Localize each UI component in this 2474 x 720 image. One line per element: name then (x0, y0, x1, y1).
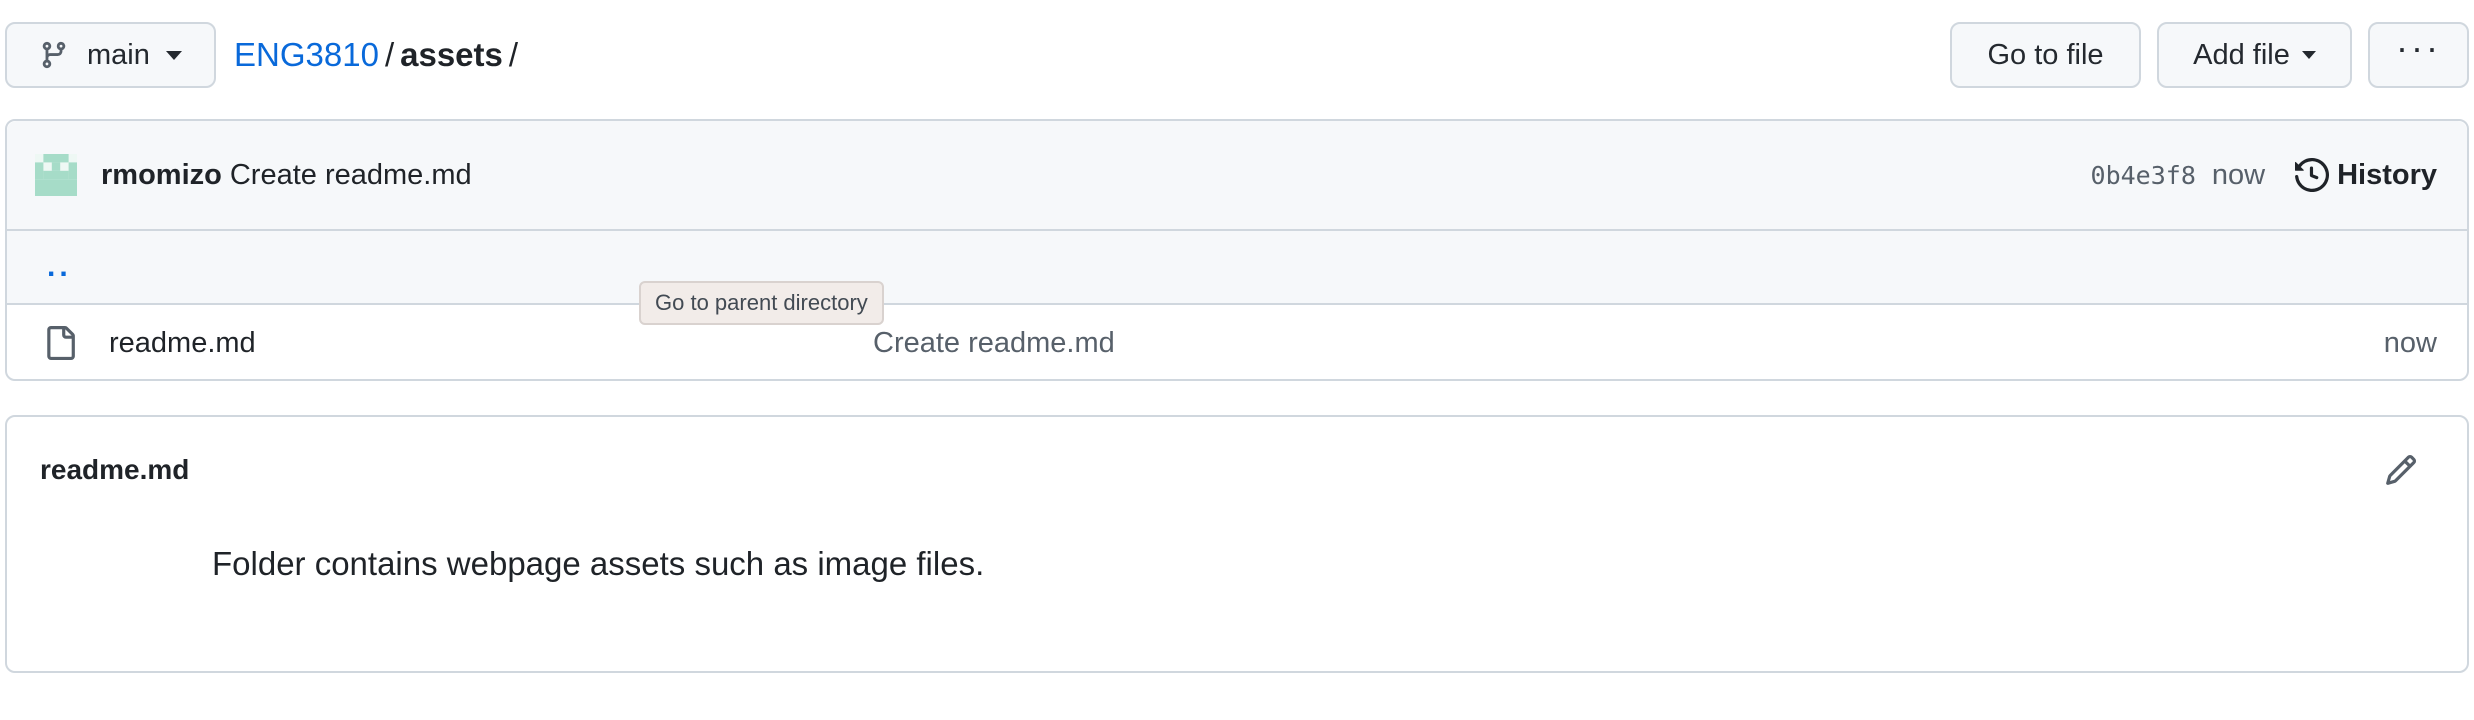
readme-title: readme.md (40, 454, 190, 485)
add-file-button[interactable]: Add file (2157, 22, 2352, 88)
breadcrumb-current-folder: assets (400, 36, 503, 73)
branch-name: main (87, 38, 150, 71)
breadcrumb: ENG3810 / assets / (234, 36, 524, 74)
readme-content: Folder contains webpage assets such as i… (212, 545, 985, 582)
parent-directory-link[interactable]: .. (47, 250, 72, 284)
history-icon (2295, 158, 2330, 192)
breadcrumb-separator: / (508, 36, 519, 73)
file-browser: rmomizo Create readme.md 0b4e3f8 now His… (5, 119, 2469, 381)
git-branch-icon (42, 41, 66, 69)
avatar[interactable] (35, 154, 77, 196)
history-label: History (2337, 158, 2437, 191)
readme-panel: readme.md Folder contains webpage assets… (5, 415, 2469, 673)
go-to-file-label: Go to file (1987, 38, 2104, 71)
go-to-file-button[interactable]: Go to file (1950, 22, 2141, 88)
file-icon (47, 326, 75, 360)
table-row: readme.md Create readme.md now (7, 305, 2467, 381)
file-commit-time: now (2383, 326, 2437, 359)
latest-commit-bar: rmomizo Create readme.md 0b4e3f8 now His… (7, 121, 2467, 231)
edit-readme-button[interactable] (2379, 448, 2423, 492)
branch-select-button[interactable]: main (5, 22, 216, 88)
commit-message[interactable]: Create readme.md (230, 159, 472, 192)
more-options-button[interactable]: ··· (2368, 22, 2469, 88)
pencil-icon (2386, 454, 2417, 485)
caret-down-icon (165, 50, 182, 60)
commit-author[interactable]: rmomizo (101, 159, 222, 192)
commit-time: now (2211, 158, 2266, 191)
kebab-icon: ··· (2396, 27, 2441, 68)
parent-directory-row: .. Go to parent directory (7, 231, 2467, 325)
readme-header: readme.md (7, 417, 2467, 523)
caret-down-icon (2301, 51, 2316, 59)
parent-directory-tooltip: Go to parent directory (639, 281, 884, 325)
repo-toolbar: main ENG3810 / assets / Go to file Add f… (5, 22, 2469, 88)
file-commit-message[interactable]: Create readme.md (873, 327, 1115, 360)
history-button[interactable]: History (2295, 158, 2437, 192)
add-file-label: Add file (2193, 38, 2290, 71)
commit-sha[interactable]: 0b4e3f8 (2091, 161, 2196, 190)
breadcrumb-separator: / (384, 36, 395, 73)
breadcrumb-repo-link[interactable]: ENG3810 (234, 36, 379, 74)
file-name-link[interactable]: readme.md (109, 327, 873, 360)
